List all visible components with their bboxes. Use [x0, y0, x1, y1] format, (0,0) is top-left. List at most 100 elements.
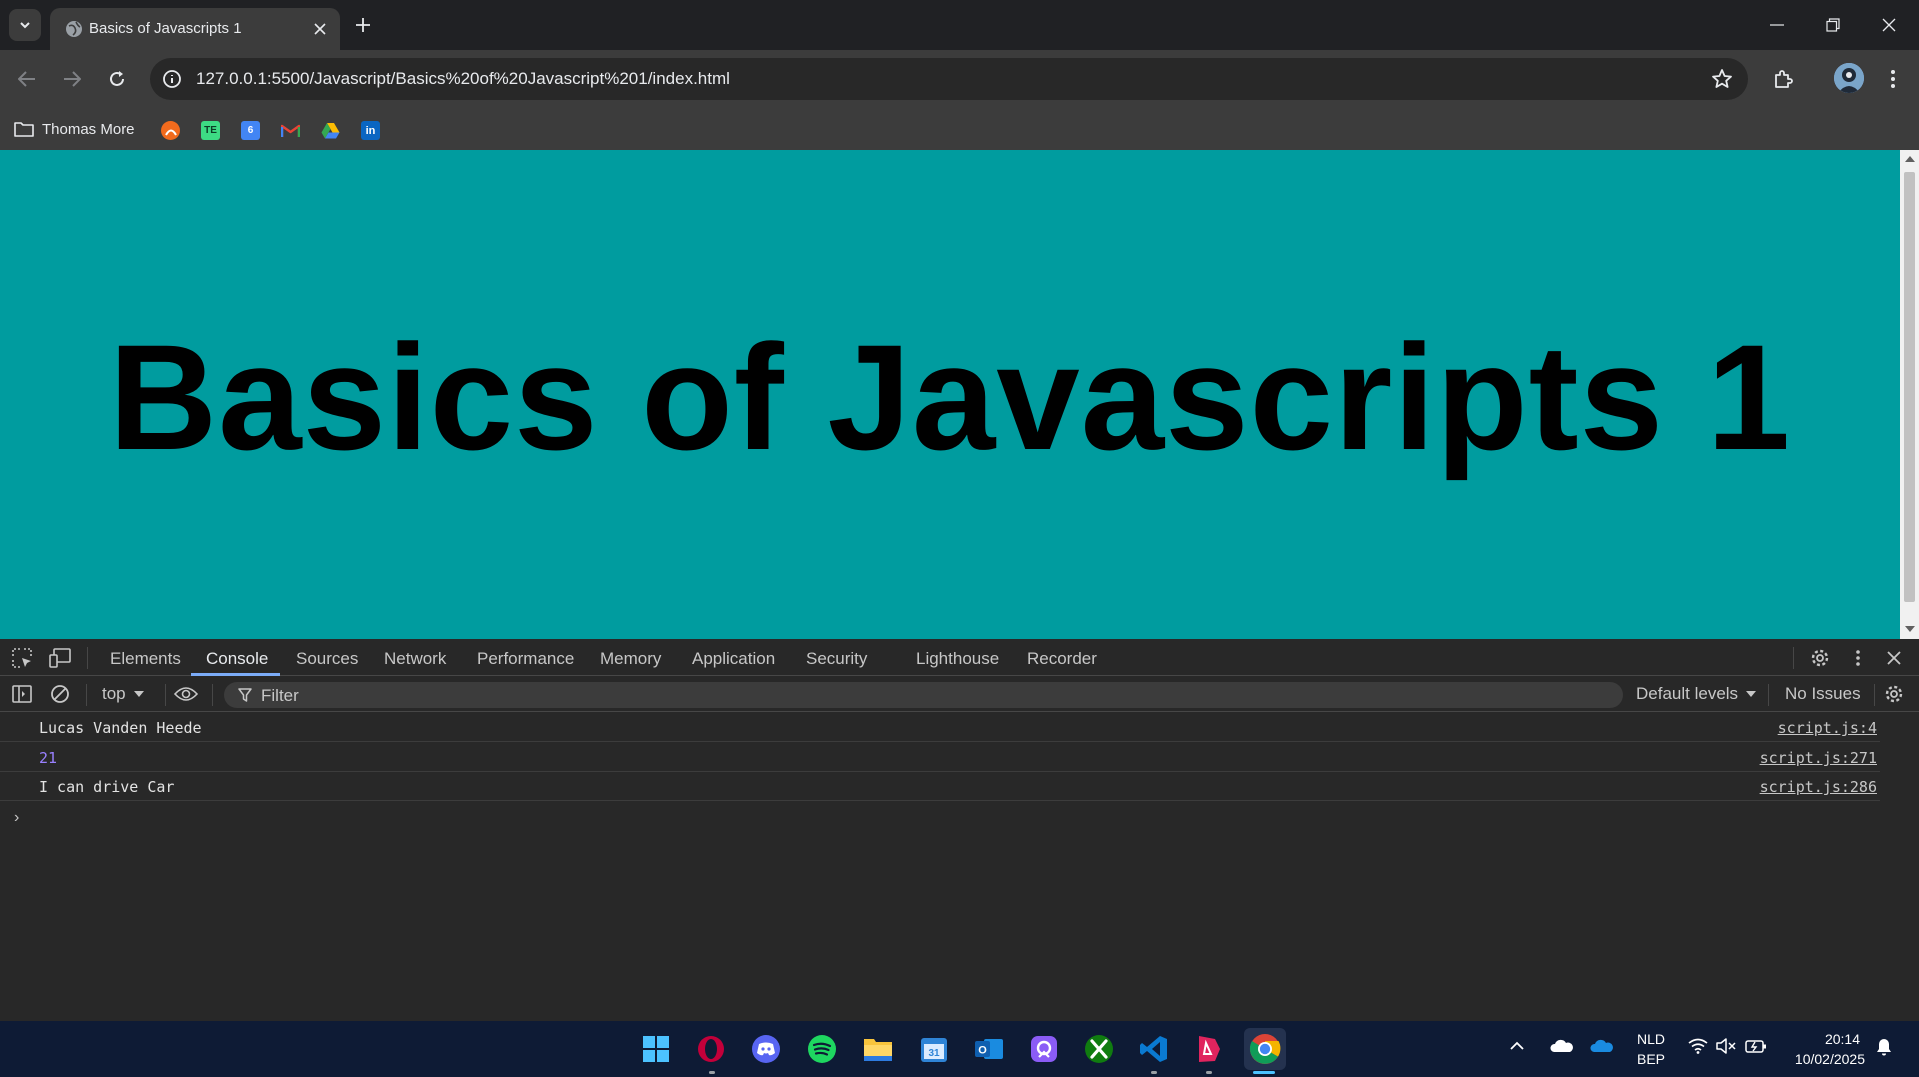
tab-application[interactable]: Application	[692, 649, 775, 669]
tab-console[interactable]: Console	[206, 649, 268, 669]
browser-tab[interactable]: Basics of Javascripts 1	[50, 8, 340, 50]
minimize-button[interactable]	[1749, 0, 1805, 50]
address-bar[interactable]: 127.0.0.1:5500/Javascript/Basics%20of%20…	[150, 58, 1748, 100]
folder-icon	[14, 122, 34, 137]
tab-memory[interactable]: Memory	[600, 649, 661, 669]
caret-down-icon	[1746, 691, 1757, 697]
tab-elements[interactable]: Elements	[110, 649, 181, 669]
gmail-icon[interactable]	[281, 121, 300, 140]
device-icon	[49, 648, 71, 668]
vscode-icon[interactable]	[1138, 1033, 1170, 1065]
new-tab-button[interactable]	[350, 12, 376, 38]
opera-icon[interactable]	[695, 1033, 727, 1065]
reload-button[interactable]	[99, 61, 135, 97]
tab-network[interactable]: Network	[384, 649, 446, 669]
sidebar-toggle-button[interactable]	[10, 682, 34, 706]
clock-time[interactable]: 20:14	[1780, 1031, 1860, 1047]
tab-search-button[interactable]	[9, 9, 41, 41]
notification-bell-icon[interactable]	[1876, 1038, 1892, 1056]
browser-menu-button[interactable]	[1878, 61, 1908, 97]
tab-sources[interactable]: Sources	[296, 649, 358, 669]
site-info-icon[interactable]	[160, 67, 184, 91]
discord-icon[interactable]	[750, 1033, 782, 1065]
tab-title: Basics of Javascripts 1	[89, 20, 242, 37]
toolbar-divider	[1768, 684, 1769, 706]
close-tab-button[interactable]	[308, 17, 332, 41]
console-prompt[interactable]: ›	[14, 809, 19, 827]
volume-muted-icon[interactable]	[1716, 1038, 1736, 1054]
console-message-text: I can drive Car	[39, 778, 175, 796]
issues-counter[interactable]: No Issues	[1785, 684, 1861, 704]
clear-console-button[interactable]	[48, 682, 72, 706]
proton-icon[interactable]	[1028, 1033, 1060, 1065]
scroll-thumb[interactable]	[1904, 172, 1915, 602]
devtools-menu-button[interactable]	[1846, 646, 1870, 670]
forward-button[interactable]	[54, 61, 90, 97]
scroll-up-arrow[interactable]	[1905, 156, 1915, 162]
tab-performance[interactable]: Performance	[477, 649, 574, 669]
filter-placeholder: Filter	[261, 686, 299, 705]
google-calendar-icon[interactable]: 6	[241, 121, 260, 140]
chevron-up-icon	[1510, 1041, 1524, 1050]
google-drive-icon[interactable]	[321, 121, 340, 140]
restore-button[interactable]	[1805, 0, 1861, 50]
devtools-close-button[interactable]	[1882, 646, 1906, 670]
xbox-icon[interactable]	[1083, 1033, 1115, 1065]
log-levels-dropdown[interactable]: Default levels	[1636, 682, 1757, 706]
brightspace-icon[interactable]	[161, 121, 180, 140]
outlook-icon[interactable]: O	[973, 1033, 1005, 1065]
app-running-indicator	[709, 1071, 715, 1074]
profile-avatar[interactable]	[1834, 63, 1864, 93]
toolbar-divider	[165, 684, 166, 706]
device-toolbar-button[interactable]	[48, 646, 72, 670]
adobe-icon[interactable]	[1193, 1033, 1225, 1065]
context-selector[interactable]: top	[102, 682, 144, 706]
tray-overflow-button[interactable]	[1509, 1041, 1525, 1051]
windows-start-icon[interactable]	[640, 1033, 672, 1065]
spotify-icon[interactable]	[806, 1033, 838, 1065]
url-text: 127.0.0.1:5500/Javascript/Basics%20of%20…	[196, 69, 730, 88]
more-vertical-icon	[1891, 70, 1895, 88]
input-language[interactable]: NLD	[1629, 1031, 1673, 1047]
linkedin-icon[interactable]: in	[361, 121, 380, 140]
bookmark-star-icon[interactable]	[1710, 67, 1734, 91]
onedrive-personal-icon[interactable]	[1550, 1039, 1574, 1053]
chrome-icon[interactable]	[1244, 1028, 1286, 1070]
console-settings-button[interactable]	[1882, 682, 1906, 706]
console-source-link[interactable]: script.js:286	[1760, 778, 1877, 796]
context-label: top	[102, 684, 126, 703]
plus-icon	[356, 18, 370, 32]
arrow-right-icon	[64, 71, 81, 87]
tab-security[interactable]: Security	[806, 649, 867, 669]
svg-text:31: 31	[928, 1048, 940, 1059]
clock-date[interactable]: 10/02/2025	[1775, 1051, 1865, 1067]
devtools-settings-button[interactable]	[1808, 646, 1832, 670]
te-icon[interactable]: TE	[201, 121, 220, 140]
keyboard-layout[interactable]: BEP	[1629, 1051, 1673, 1067]
onedrive-business-icon[interactable]	[1590, 1039, 1614, 1053]
close-window-button[interactable]	[1861, 0, 1917, 50]
inspect-element-button[interactable]	[10, 646, 34, 670]
file-explorer-icon[interactable]	[862, 1033, 894, 1065]
live-expression-button[interactable]	[174, 682, 198, 706]
bookmark-folder[interactable]: Thomas More	[14, 117, 135, 141]
app-running-indicator	[1151, 1071, 1157, 1074]
tab-recorder[interactable]: Recorder	[1027, 649, 1097, 669]
console-toolbar: top Filter Default levels No Issues	[0, 676, 1919, 712]
wifi-icon[interactable]	[1688, 1038, 1708, 1054]
tab-lighthouse[interactable]: Lighthouse	[916, 649, 999, 669]
inspect-icon	[12, 648, 32, 668]
battery-icon[interactable]	[1745, 1038, 1767, 1054]
calendar-icon[interactable]: 31	[918, 1033, 950, 1065]
console-source-link[interactable]: script.js:271	[1760, 749, 1877, 767]
back-button[interactable]	[9, 61, 45, 97]
console-source-link[interactable]: script.js:4	[1778, 719, 1877, 737]
arrow-left-icon	[18, 71, 35, 87]
gear-icon	[1885, 685, 1903, 703]
page-scrollbar[interactable]	[1900, 150, 1919, 639]
console-filter-input[interactable]: Filter	[224, 682, 1623, 708]
scroll-down-arrow[interactable]	[1905, 626, 1915, 632]
console-message-text: 21	[39, 749, 58, 767]
extensions-button[interactable]	[1766, 61, 1802, 97]
eye-icon	[174, 687, 198, 701]
